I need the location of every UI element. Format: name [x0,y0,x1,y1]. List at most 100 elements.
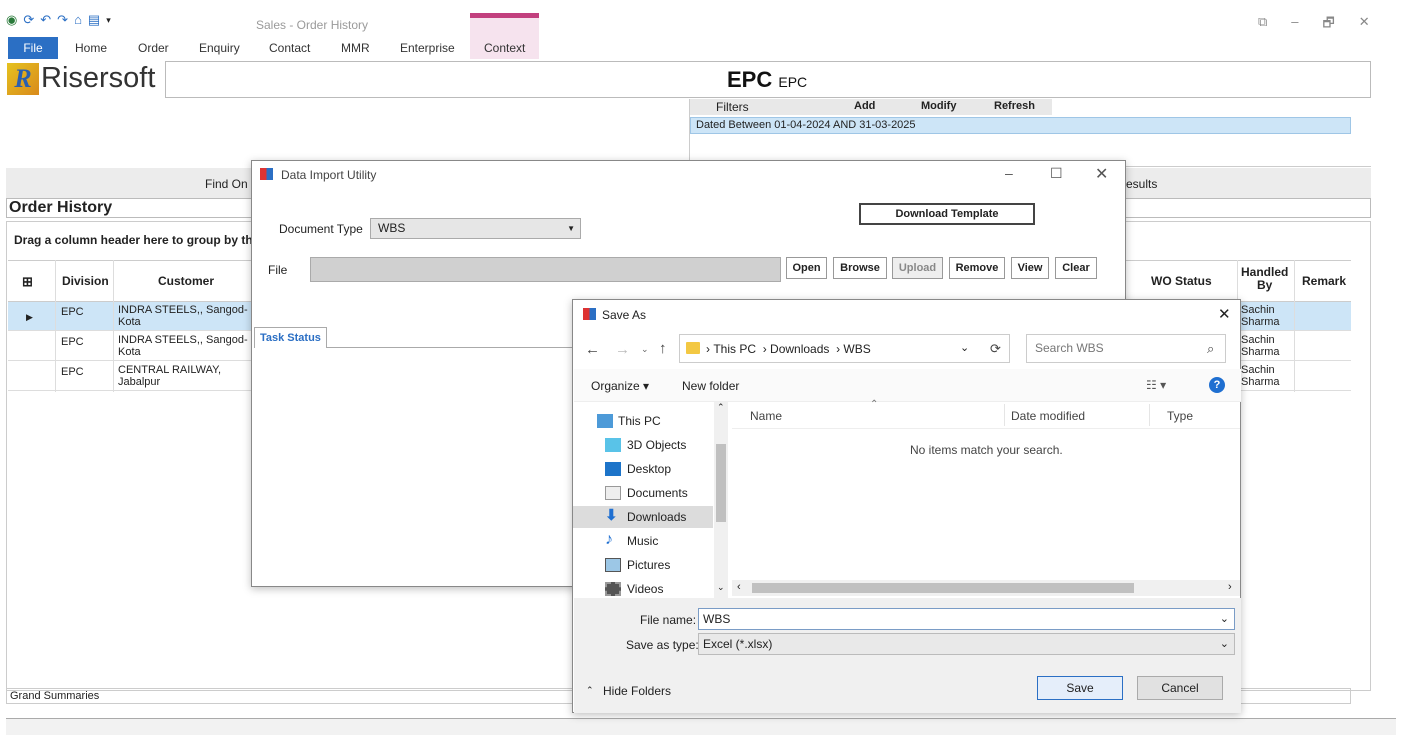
file-name-label: File name: [640,613,697,627]
filter-refresh-button[interactable]: Refresh [994,100,1035,112]
find-on-label: Find On [205,177,248,191]
upload-button[interactable]: Upload [892,257,943,279]
save-type-label: Save as type: [626,638,699,652]
filter-condition[interactable]: Dated Between 01-04-2024 AND 31-03-2025 [690,117,1351,134]
menu-enterprise[interactable]: Enterprise [400,41,455,55]
document-type-select[interactable]: WBS ▼ [370,218,581,239]
close-icon[interactable]: ✕ [1359,14,1370,36]
file-menu[interactable]: File [8,37,58,59]
hide-folders-button[interactable]: Hide Folders [603,684,671,698]
sidebar-item-music[interactable]: ♪ Music [573,530,713,552]
scroll-up-icon[interactable]: ⌃ [717,402,725,413]
col-name[interactable]: Name [750,409,782,423]
minimize-icon[interactable]: – [1291,14,1298,36]
search-input[interactable]: Search WBS [1026,334,1226,363]
close-icon[interactable]: ✕ [1095,164,1108,184]
new-folder-button[interactable]: New folder [682,379,739,393]
picture-icon [605,558,621,572]
print-icon[interactable]: ▤ [88,13,100,27]
scroll-thumb[interactable] [752,583,1134,593]
browse-button[interactable]: Browse [833,257,887,279]
command-bar [574,369,1241,402]
filter-modify-button[interactable]: Modify [921,100,956,112]
minimize-icon[interactable]: – [1005,165,1013,181]
save-type-value: Excel (*.xlsx) [703,637,773,651]
file-name-input[interactable]: WBS ⌄ [698,608,1235,630]
open-button[interactable]: Open [786,257,827,279]
globe-icon[interactable]: ◉ [6,13,17,27]
forward-icon[interactable]: → [615,341,630,358]
sidebar-scrollbar[interactable]: ⌃ ⌄ [714,402,728,598]
chevron-down-icon[interactable]: ⌄ [960,341,969,354]
up-icon[interactable]: ↑ [659,340,667,357]
scroll-down-icon[interactable]: ⌄ [717,582,725,593]
menu-home[interactable]: Home [75,41,107,55]
remove-button[interactable]: Remove [949,257,1005,279]
scroll-right-icon[interactable]: › [1228,581,1232,593]
chevron-down-icon[interactable]: ⌄ [1220,609,1229,629]
menu-order[interactable]: Order [138,41,169,55]
address-bar[interactable]: › This PC › Downloads › WBS ⌄ [679,334,1010,363]
back-icon[interactable]: ← [585,341,600,358]
home-icon[interactable]: ⌂ [74,13,82,27]
maximize-icon[interactable]: 🗗 [1323,14,1335,36]
view-button[interactable]: View [1011,257,1049,279]
sidebar-item-3d-objects[interactable]: 3D Objects [573,434,713,456]
save-type-select[interactable]: Excel (*.xlsx) ⌄ [698,633,1235,655]
empty-message: No items match your search. [910,443,1063,457]
dropdown-icon[interactable]: ▾ [106,13,111,27]
app-icon [583,308,596,320]
menu-contact[interactable]: Contact [269,41,310,55]
col-wo-status[interactable]: WO Status [1151,274,1212,288]
cancel-button[interactable]: Cancel [1137,676,1223,700]
sidebar-item-documents[interactable]: Documents [573,482,713,504]
menu-context[interactable]: Context [484,41,525,55]
filter-add-button[interactable]: Add [854,100,875,112]
sidebar-item-pictures[interactable]: Pictures [573,554,713,576]
refresh-icon[interactable]: ⟳ [990,341,1001,357]
undo-icon[interactable]: ↶ [40,13,51,27]
restore-ribbon-icon[interactable]: ⧉ [1258,14,1267,36]
breadcrumb: › This PC › Downloads › WBS [706,342,871,356]
breadcrumb-wbs[interactable]: WBS [843,342,870,356]
sidebar-label: Videos [627,582,664,596]
cell-handled-by: Sachin Sharma [1241,304,1280,328]
file-list-hscrollbar[interactable]: ‹ › [732,580,1240,596]
col-division[interactable]: Division [62,274,109,288]
col-handled-by[interactable]: Handled By [1241,266,1288,292]
page-title-sub: EPC [778,74,808,90]
col-date-modified[interactable]: Date modified [1011,409,1085,423]
sort-ascending-icon: ⌃ [870,399,879,410]
breadcrumb-this-pc[interactable]: This PC [713,342,756,356]
redo-icon[interactable]: ↷ [57,13,68,27]
col-remark[interactable]: Remark [1302,274,1346,288]
menu-enquiry[interactable]: Enquiry [199,41,240,55]
close-icon[interactable]: ✕ [1218,305,1231,323]
clear-button[interactable]: Clear [1055,257,1097,279]
maximize-icon[interactable]: ☐ [1050,165,1063,182]
breadcrumb-downloads[interactable]: Downloads [770,342,829,356]
sidebar-item-downloads[interactable]: ⬇ Downloads [573,506,713,528]
download-icon: ⬇ [605,507,618,524]
sidebar-item-this-pc[interactable]: This PC [573,410,713,432]
recent-dropdown-icon[interactable]: ⌄ [641,344,649,355]
menu-mmr[interactable]: MMR [341,41,370,55]
file-path-field[interactable] [310,257,781,282]
download-template-button[interactable]: Download Template [859,203,1035,225]
scroll-left-icon[interactable]: ‹ [737,581,741,593]
file-name-value: WBS [703,612,731,626]
refresh-icon[interactable]: ⟳ [23,13,34,27]
organize-button[interactable]: Organize ▾ [591,379,649,393]
column-chooser-icon[interactable]: ⊞ [22,274,33,290]
save-button[interactable]: Save [1037,676,1123,700]
view-options-icon[interactable]: ☷ ▾ [1146,378,1166,392]
sidebar-label: Documents [627,486,688,500]
scroll-thumb[interactable] [716,444,726,522]
order-history-title: Order History [9,199,113,216]
help-icon[interactable]: ? [1209,377,1225,393]
sidebar-item-desktop[interactable]: Desktop [573,458,713,480]
col-customer[interactable]: Customer [158,274,214,288]
sidebar-item-videos[interactable]: Videos [573,578,713,600]
col-type[interactable]: Type [1167,409,1193,423]
tab-task-status[interactable]: Task Status [254,327,327,348]
